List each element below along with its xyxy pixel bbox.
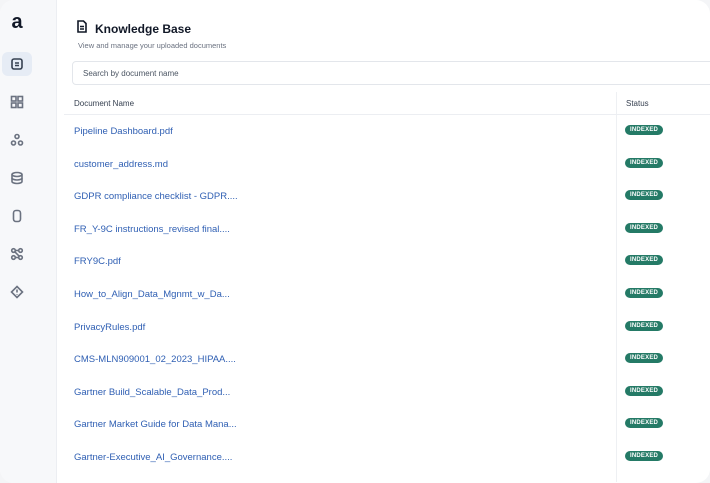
status-badge: INDEXED [625,222,664,233]
database-icon [11,171,23,185]
table-row[interactable]: How_to_Align_Data_Mgnmt_w_Da... INDEXED [64,278,710,311]
status-badge: INDEXED [625,255,664,266]
table-row[interactable]: CMS-MLN909001_02_2023_HIPAA.... INDEXED [64,343,710,376]
status-badge: INDEXED [625,385,664,396]
app-window: a Knowledge Base View and manage your up… [0,0,710,483]
table-row[interactable]: Gartner Build_Scalable_Data_Prod... INDE… [64,376,710,409]
sidebar-item-workflows[interactable] [2,242,32,266]
grid-icon [10,95,24,109]
table-header: Document Name Status [64,92,710,115]
workflow-icon [10,247,24,261]
document-name-link[interactable]: PrivacyRules.pdf [74,322,145,333]
document-name-link[interactable]: Gartner Build_Scalable_Data_Prod... [74,387,230,398]
app-logo[interactable]: a [8,12,26,32]
page-subtitle: View and manage your uploaded documents [78,41,227,50]
table-row[interactable]: Pipeline Dashboard.pdf INDEXED [64,115,710,148]
document-name-link[interactable]: customer_address.md [74,159,168,170]
document-name-link[interactable]: Gartner-Executive_AI_Governance.... [74,452,232,463]
document-name-link[interactable]: How_to_Align_Data_Mgnmt_w_Da... [74,289,230,300]
documents-table: Document Name Status Pipeline Dashboard.… [64,92,710,482]
document-name-link[interactable]: Gartner Market Guide for Data Mana... [74,419,237,430]
table-row[interactable]: Gartner-Executive_AI_Governance.... INDE… [64,441,710,474]
page-header: Knowledge Base View and manage your uplo… [76,20,226,50]
table-row[interactable]: customer_address.md INDEXED [64,148,710,181]
sidebar-item-documents[interactable] [2,52,32,76]
table-row[interactable]: FR_Y-9C instructions_revised final.... I… [64,213,710,246]
search-input[interactable] [73,62,710,84]
sidebar: a [0,0,57,483]
sidebar-item-governance[interactable] [2,280,32,304]
table-row[interactable]: GDPR compliance checklist - GDPR.... IND… [64,180,710,213]
sidebar-item-dashboard[interactable] [2,90,32,114]
document-name-link[interactable]: CMS-MLN909001_02_2023_HIPAA.... [74,354,236,365]
search-box [72,61,710,85]
sidebar-item-database[interactable] [2,166,32,190]
document-name-link[interactable]: Pipeline Dashboard.pdf [74,126,173,137]
table-row[interactable]: FRY9C.pdf INDEXED [64,245,710,278]
table-row[interactable]: Gartner Market Guide for Data Mana... IN… [64,408,710,441]
table-row[interactable]: PrivacyRules.pdf INDEXED [64,311,710,344]
status-badge: INDEXED [625,287,664,298]
status-badge: INDEXED [625,450,664,461]
column-header-document-name: Document Name [74,99,135,108]
status-badge: INDEXED [625,157,664,168]
page-title: Knowledge Base [95,22,192,36]
main-content: Knowledge Base View and manage your uplo… [62,0,710,483]
document-name-link[interactable]: FR_Y-9C instructions_revised final.... [74,224,230,235]
document-name-link[interactable]: FRY9C.pdf [74,256,121,267]
cylinder-icon [12,209,22,223]
sidebar-item-storage[interactable] [2,204,32,228]
sidebar-item-integrations[interactable] [2,128,32,152]
column-header-status: Status [626,99,649,108]
nodes-icon [10,133,24,146]
status-badge: INDEXED [625,353,664,364]
document-name-link[interactable]: GDPR compliance checklist - GDPR.... [74,191,238,202]
status-badge: INDEXED [625,190,664,201]
status-badge: INDEXED [625,125,664,135]
document-list-icon [11,58,23,70]
document-icon [76,20,88,38]
diamond-alert-icon [10,285,24,299]
status-badge: INDEXED [625,418,664,429]
status-badge: INDEXED [625,320,664,331]
